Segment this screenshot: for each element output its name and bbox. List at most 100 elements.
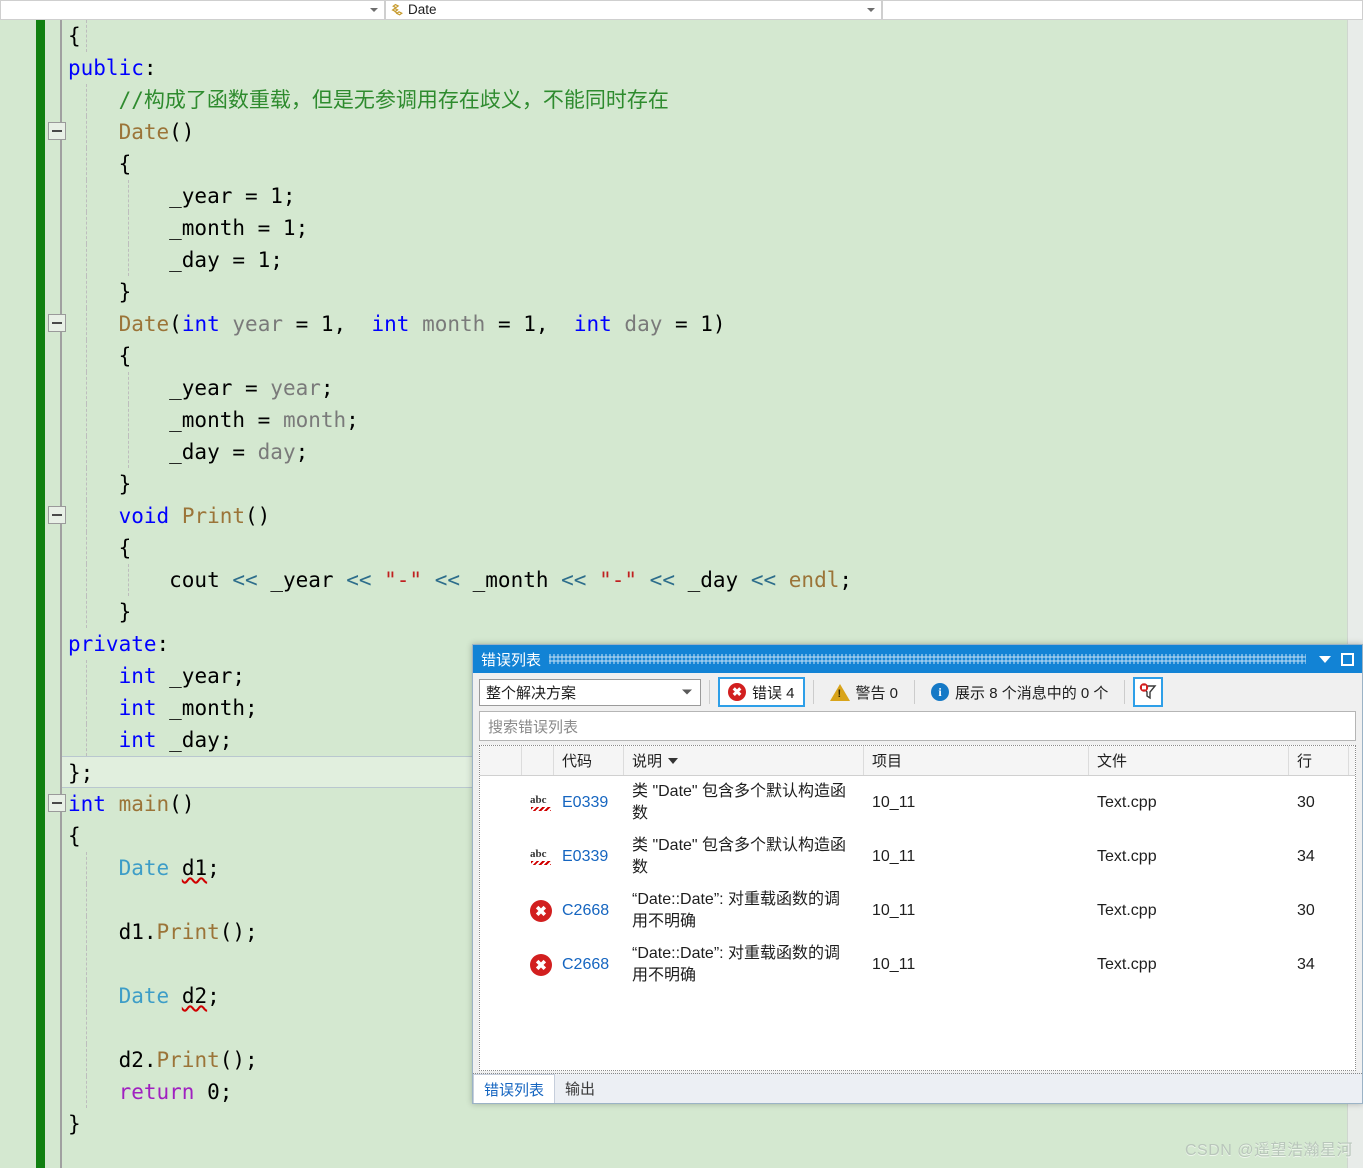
code-token: << [561, 568, 587, 592]
table-row[interactable]: ✖ C2668 “Date::Date”: 对重载函数的调用不明确 10_11 Text… [480, 938, 1355, 992]
errors-filter-label: 错误 4 [752, 684, 795, 702]
code-token: month [422, 312, 486, 336]
code-token: int [118, 728, 157, 752]
table-row[interactable]: abc E0339 类 "Date" 包含多个默认构造函数 10_11 Text.cpp… [480, 776, 1355, 830]
panel-pin-button[interactable] [1336, 648, 1358, 670]
code-token: int [181, 312, 220, 336]
code-token: _year = 1; [68, 184, 296, 208]
code-token: return [118, 1080, 195, 1104]
class-icon [390, 2, 406, 18]
code-line[interactable]: } [0, 596, 1363, 628]
member-dropdown[interactable] [882, 0, 1363, 20]
type-dropdown[interactable]: Date [385, 0, 882, 20]
code-token: Print [156, 1048, 220, 1072]
code-line[interactable]: void Print() [0, 500, 1363, 532]
code-token: ; [839, 568, 853, 592]
code-token: main [118, 792, 170, 816]
column-header-code[interactable]: 代码 [554, 746, 624, 775]
column-header-line[interactable]: 行 [1289, 746, 1349, 775]
collapse-toggle-icon[interactable] [48, 314, 66, 332]
cell-description: “Date::Date”: 对重载函数的调用不明确 [632, 945, 841, 984]
panel-drag-grip[interactable] [549, 654, 1306, 664]
collapse-toggle-icon[interactable] [48, 794, 66, 812]
collapse-toggle-icon[interactable] [48, 122, 66, 140]
code-token: _year [257, 568, 347, 592]
code-line[interactable]: _year = year; [0, 372, 1363, 404]
code-line[interactable]: { [0, 148, 1363, 180]
clear-filter-button[interactable] [1133, 677, 1164, 707]
code-line[interactable]: cout << _year << "-" << _month << "-" <<… [0, 564, 1363, 596]
code-token: } [68, 1112, 81, 1136]
cell-project: 10_11 [872, 794, 916, 811]
code-line[interactable]: //构成了函数重载，但是无参调用存在歧义，不能同时存在 [0, 84, 1363, 116]
code-token: _day; [156, 728, 233, 752]
warnings-filter-button[interactable]: 警告 0 [822, 677, 907, 707]
error-circle-icon: ✖ [728, 683, 746, 701]
code-token: Date [118, 856, 170, 880]
column-header-file[interactable]: 文件 [1089, 746, 1289, 775]
code-token: endl [788, 568, 840, 592]
toolbar-separator [1124, 680, 1126, 704]
errors-filter-button[interactable]: ✖ 错误 4 [718, 677, 805, 707]
toolbar-separator [812, 680, 814, 704]
indent-guide [86, 1044, 87, 1076]
code-line[interactable]: } [0, 1108, 1363, 1140]
code-line[interactable]: _month = 1; [0, 212, 1363, 244]
row-severity-cell: abc [522, 794, 554, 812]
column-header-project[interactable]: 项目 [864, 746, 1089, 775]
code-line[interactable]: _day = 1; [0, 244, 1363, 276]
indent-guide [86, 980, 87, 1012]
code-token: << [232, 568, 258, 592]
error-table-body[interactable]: abc E0339 类 "Date" 包含多个默认构造函数 10_11 Text.cpp… [480, 776, 1355, 1070]
code-line[interactable]: _month = month; [0, 404, 1363, 436]
indent-guide [86, 724, 87, 756]
code-line[interactable]: { [0, 20, 1363, 52]
indent-guide [86, 404, 87, 436]
table-row[interactable]: ✖ C2668 “Date::Date”: 对重载函数的调用不明确 10_11 Text… [480, 884, 1355, 938]
indent-guide [86, 692, 87, 724]
code-line[interactable]: { [0, 340, 1363, 372]
cell-line: 30 [1297, 794, 1315, 811]
tab-error-list[interactable]: 错误列表 [473, 1074, 556, 1103]
cell-description: “Date::Date”: 对重载函数的调用不明确 [632, 891, 841, 930]
code-line[interactable]: Date() [0, 116, 1363, 148]
code-token: = 1, [282, 312, 372, 336]
indent-guide [86, 180, 87, 212]
code-token: _day = 1; [68, 248, 283, 272]
collapse-toggle-icon[interactable] [48, 506, 66, 524]
code-token: () [169, 792, 195, 816]
toolbar-separator [709, 680, 710, 704]
code-token: ; [207, 984, 220, 1008]
error-panel-tabs[interactable]: 错误列表 输出 [473, 1073, 1362, 1103]
scope-select[interactable]: 整个解决方案 [479, 678, 701, 706]
code-token: ; [295, 440, 309, 464]
code-line[interactable]: } [0, 276, 1363, 308]
code-line[interactable]: { [0, 532, 1363, 564]
scope-select-value: 整个解决方案 [486, 684, 577, 702]
code-token: ; [207, 856, 220, 880]
code-line[interactable]: _day = day; [0, 436, 1363, 468]
messages-filter-button[interactable]: i 展示 8 个消息中的 0 个 [923, 677, 1116, 707]
error-search-box[interactable]: 搜索错误列表 [479, 711, 1356, 741]
code-line[interactable]: public: [0, 52, 1363, 84]
indent-guide [86, 500, 87, 532]
code-line[interactable]: } [0, 468, 1363, 500]
tab-output[interactable]: 输出 [555, 1074, 605, 1103]
code-line[interactable]: Date(int year = 1, int month = 1, int da… [0, 308, 1363, 340]
code-token: month [282, 408, 347, 432]
project-scope-dropdown[interactable] [0, 0, 385, 20]
column-header-description[interactable]: 说明 [624, 746, 864, 775]
column-header-icon[interactable] [480, 746, 522, 775]
indent-guide [86, 116, 87, 148]
indent-guide [86, 148, 87, 180]
chevron-down-icon [1319, 655, 1331, 663]
code-line[interactable]: _year = 1; [0, 180, 1363, 212]
code-token: d1 [181, 856, 208, 880]
column-header-severity[interactable] [522, 746, 554, 775]
panel-menu-button[interactable] [1314, 648, 1336, 670]
cell-line: 30 [1297, 902, 1315, 919]
intellisense-abc-icon: abc [530, 794, 554, 812]
code-token: public [68, 56, 144, 80]
table-row[interactable]: abc E0339 类 "Date" 包含多个默认构造函数 10_11 Text.cpp… [480, 830, 1355, 884]
